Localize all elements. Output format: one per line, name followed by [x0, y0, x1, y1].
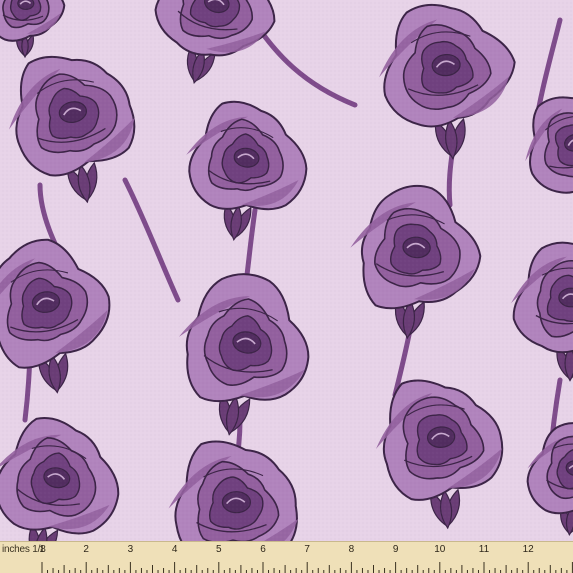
ruler-number: 1 [39, 544, 45, 555]
rose-pattern [0, 0, 573, 573]
ruler-number: 6 [260, 544, 266, 555]
fabric-weave-texture [0, 0, 573, 573]
ruler-number: 12 [522, 544, 534, 555]
ruler-number: 11 [478, 544, 490, 555]
measurement-ruler: inches 1/8 1 2 3 4 5 6 7 8 9 10 11 12 [0, 541, 573, 573]
ruler-number: 3 [127, 544, 134, 555]
ruler-number: 10 [434, 544, 446, 555]
ruler-number: 2 [83, 544, 89, 555]
ruler-number: 9 [392, 544, 399, 555]
ruler-number: 5 [216, 544, 222, 555]
ruler-number: 8 [348, 544, 355, 555]
ruler-number: 4 [171, 544, 178, 555]
fabric-swatch-image: inches 1/8 1 2 3 4 5 6 7 8 9 10 11 12 [0, 0, 573, 573]
ruler-number: 7 [304, 544, 310, 555]
